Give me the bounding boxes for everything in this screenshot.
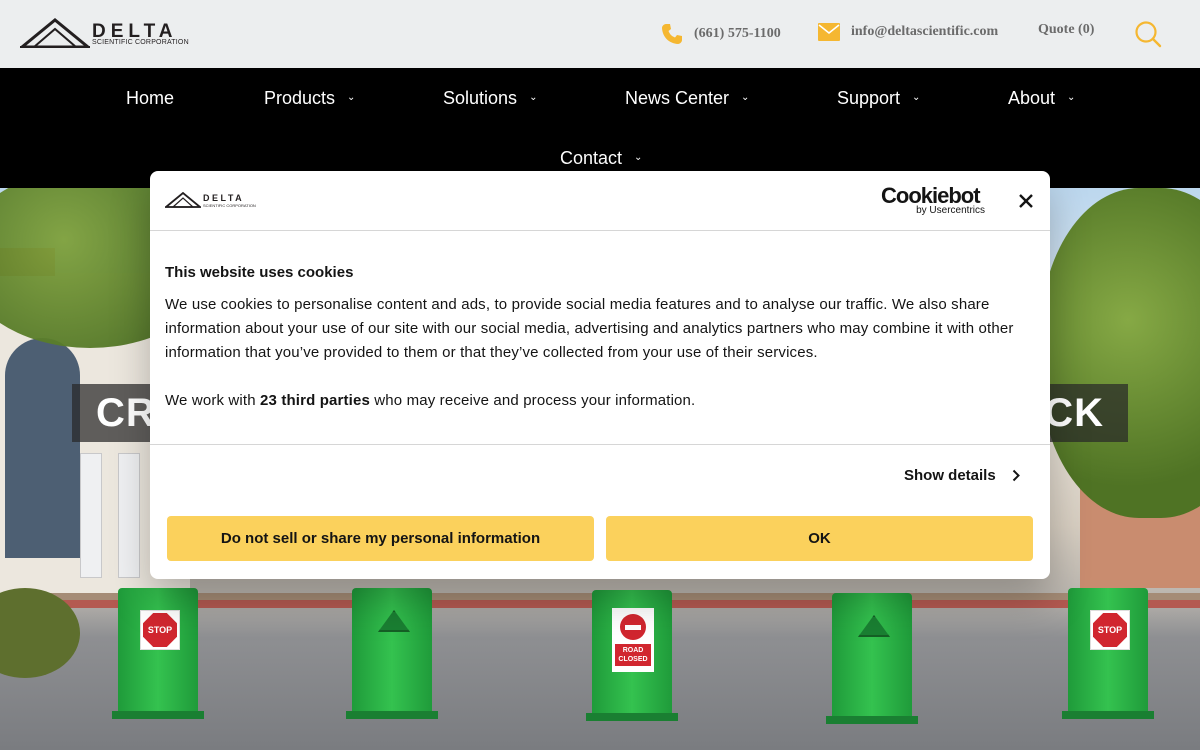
do-not-sell-button[interactable]: Do not sell or share my personal informa… [167, 516, 594, 561]
chevron-down-icon: ⌄ [741, 92, 750, 103]
chevron-down-icon: ⌄ [347, 92, 356, 103]
delta-mountain-icon [858, 615, 890, 637]
logo-wordmark: DELTA [203, 193, 245, 203]
cookiebot-logo[interactable]: Cookiebot by Usercentrics [881, 184, 985, 218]
barrier-logo [826, 593, 918, 724]
nav-label: News Center [625, 88, 730, 108]
logo-subtitle: SCIENTIFIC CORPORATION [92, 39, 189, 46]
show-details-button[interactable]: Show details [904, 467, 1020, 484]
third-parties-link[interactable]: 23 third parties [260, 392, 370, 409]
nav-label: Home [126, 88, 175, 108]
stop-sign: STOP [1090, 610, 1130, 650]
nav-label: About [1008, 88, 1056, 108]
quote-label: Quote (0) [1038, 22, 1095, 37]
chevron-down-icon: ⌄ [634, 152, 643, 163]
delta-mountain-icon [378, 610, 410, 632]
logo-subtitle: SCIENTIFIC CORPORATION [203, 203, 256, 208]
third-parties-prefix: We work with [165, 392, 261, 409]
nav-item-products[interactable]: Products ⌄ [264, 88, 355, 109]
phone-icon [662, 24, 682, 44]
delta-logo[interactable]: DELTA SCIENTIFIC CORPORATION [17, 18, 200, 50]
nav-item-solutions[interactable]: Solutions ⌄ [443, 88, 537, 109]
hero-tree [1040, 188, 1200, 518]
cookie-dialog-header: DELTA SCIENTIFIC CORPORATION Cookiebot b… [150, 171, 1050, 231]
cookie-dialog-title: This website uses cookies [165, 264, 354, 281]
road-closed-text: ROAD CLOSED [615, 644, 651, 666]
email-link[interactable]: info@deltascientific.com [817, 22, 998, 42]
road-closed-sign: ROAD CLOSED [612, 608, 654, 672]
no-entry-icon [620, 614, 646, 640]
barrier-base [586, 713, 678, 721]
chevron-down-icon: ⌄ [529, 92, 538, 103]
nav-label: Contact [560, 148, 623, 168]
hero-column [118, 453, 140, 578]
search-icon [1135, 21, 1162, 48]
nav-item-about[interactable]: About ⌄ [1008, 88, 1075, 109]
nav-item-home[interactable]: Home [126, 88, 174, 109]
chevron-down-icon: ⌄ [1067, 92, 1076, 103]
nav-label: Solutions [443, 88, 518, 108]
nav-label: Products [264, 88, 336, 108]
hero-arch [5, 338, 80, 558]
email-address: info@deltascientific.com [851, 24, 999, 39]
divider [150, 444, 1050, 445]
barrier-logo [346, 588, 438, 719]
cookie-consent-dialog: DELTA SCIENTIFIC CORPORATION Cookiebot b… [150, 171, 1050, 579]
close-button[interactable] [1016, 191, 1036, 211]
show-details-label: Show details [904, 467, 996, 484]
stop-sign: STOP [140, 610, 180, 650]
chevron-right-icon [1012, 469, 1020, 482]
search-button[interactable] [1134, 20, 1162, 48]
nav-item-contact[interactable]: Contact ⌄ [560, 148, 642, 169]
close-icon [1019, 194, 1033, 208]
phone-link[interactable]: (661) 575-1100 [660, 22, 781, 46]
delta-mountain-icon [17, 18, 93, 49]
hero-title-right: CK [1044, 390, 1104, 435]
quote-link[interactable]: Quote (0) [1038, 22, 1094, 38]
mail-icon [818, 23, 840, 41]
barrier-base [826, 716, 918, 724]
barrier-base [1062, 711, 1154, 719]
nav-label: Support [837, 88, 901, 108]
barrier-base [112, 711, 204, 719]
third-parties-suffix: who may receive and process your informa… [369, 392, 696, 409]
delta-logo: DELTA SCIENTIFIC CORPORATION [163, 191, 265, 210]
cookie-dialog-body: We use cookies to personalise content an… [165, 296, 1014, 361]
hero-title-left: CR [96, 390, 156, 435]
barrier-stop: STOP [1062, 588, 1154, 719]
nav-item-news-center[interactable]: News Center ⌄ [625, 88, 749, 109]
main-nav: Home Products ⌄ Solutions ⌄ News Center … [0, 68, 1200, 188]
top-bar: DELTA SCIENTIFIC CORPORATION (661) 575-1… [0, 0, 1200, 68]
delta-mountain-icon [163, 191, 203, 208]
ok-button[interactable]: OK [606, 516, 1033, 561]
chevron-down-icon: ⌄ [912, 92, 921, 103]
nav-item-support[interactable]: Support ⌄ [837, 88, 920, 109]
barrier-road-closed: ROAD CLOSED [586, 590, 678, 721]
hero-column [80, 453, 102, 578]
barrier-stop: STOP [112, 588, 204, 719]
phone-number: (661) 575-1100 [694, 26, 781, 41]
third-parties-text: We work with 23 third parties who may re… [165, 389, 695, 413]
barrier-base [346, 711, 438, 719]
